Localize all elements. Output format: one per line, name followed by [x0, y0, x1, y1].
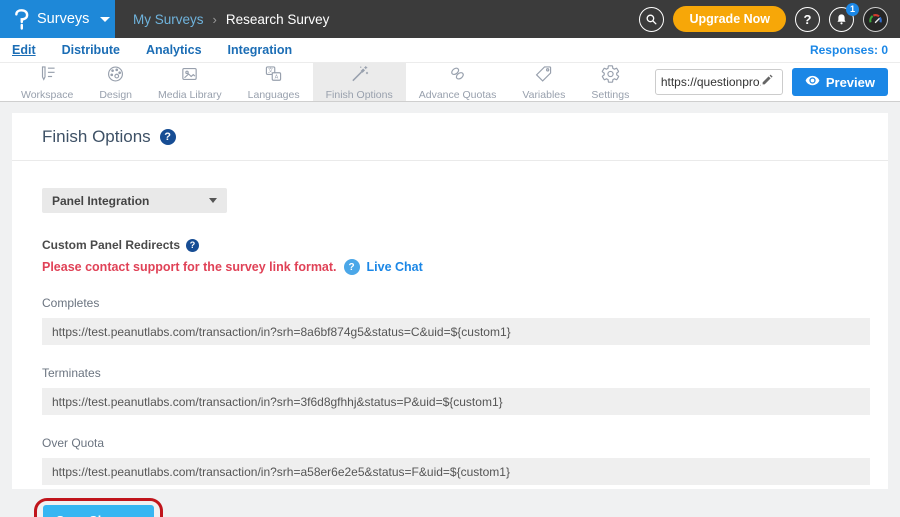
- toolbar-tab-label: Workspace: [21, 89, 73, 101]
- notifications[interactable]: 1: [829, 7, 854, 32]
- notification-count-badge: 1: [846, 3, 859, 16]
- translate-icon: 文A: [263, 64, 284, 87]
- toolbar-tab-variables[interactable]: Variables: [509, 63, 578, 101]
- questionpro-logo-icon: [14, 9, 29, 30]
- chain-link-icon: [447, 64, 468, 87]
- avatar[interactable]: [863, 7, 888, 32]
- eye-icon: [805, 73, 820, 91]
- support-notice-row: Please contact support for the survey li…: [42, 259, 870, 275]
- toolbar-tab-label: Media Library: [158, 89, 222, 101]
- breadcrumb-survey-name: Research Survey: [226, 12, 330, 27]
- preview-label: Preview: [826, 75, 875, 90]
- gear-icon: [600, 64, 621, 87]
- toolbar-tab-label: Design: [99, 89, 132, 101]
- terminates-label: Terminates: [42, 366, 870, 380]
- toolbar-tab-design[interactable]: Design: [86, 63, 145, 101]
- section-title: Custom Panel Redirects: [42, 238, 180, 252]
- tab-distribute[interactable]: Distribute: [62, 43, 120, 57]
- page-title: Finish Options: [42, 127, 151, 147]
- preview-button[interactable]: Preview: [792, 68, 888, 96]
- panel-header: Finish Options ?: [12, 113, 888, 161]
- workspace-icon: [37, 64, 58, 87]
- toolbar-tab-label: Settings: [591, 89, 629, 101]
- completes-label: Completes: [42, 296, 870, 310]
- chevron-down-icon: [209, 198, 217, 203]
- tab-integration[interactable]: Integration: [228, 43, 293, 57]
- toolbar-right: Preview: [655, 63, 900, 101]
- redirect-field-over-quota: Over Quota: [42, 436, 870, 485]
- upgrade-now-button[interactable]: Upgrade Now: [673, 6, 786, 32]
- toolbar-tab-media-library[interactable]: Media Library: [145, 63, 235, 101]
- redirects-help-icon[interactable]: ?: [186, 239, 199, 252]
- help-icon[interactable]: ?: [795, 7, 820, 32]
- survey-url-input[interactable]: [661, 75, 761, 89]
- breadcrumb: My Surveys › Research Survey: [133, 0, 329, 38]
- tab-edit[interactable]: Edit: [12, 43, 36, 57]
- toolbar-tab-workspace[interactable]: Workspace: [8, 63, 86, 101]
- over-quota-label: Over Quota: [42, 436, 870, 450]
- toolbar-tab-label: Advance Quotas: [419, 89, 497, 101]
- product-name: Surveys: [37, 11, 89, 27]
- panel-body: Panel Integration Custom Panel Redirects…: [12, 188, 888, 517]
- dropdown-value: Panel Integration: [52, 194, 149, 208]
- redirect-field-terminates: Terminates: [42, 366, 870, 415]
- custom-panel-redirects-heading: Custom Panel Redirects ?: [42, 238, 870, 252]
- live-chat-icon[interactable]: ?: [344, 259, 360, 275]
- product-switcher[interactable]: Surveys: [0, 0, 115, 38]
- toolbar-tab-finish-options[interactable]: Finish Options: [313, 63, 406, 101]
- finish-options-help-icon[interactable]: ?: [160, 129, 176, 145]
- toolbar-tab-label: Variables: [522, 89, 565, 101]
- panel-integration-dropdown[interactable]: Panel Integration: [42, 188, 227, 213]
- toolbar-tab-languages[interactable]: 文A Languages: [235, 63, 313, 101]
- breadcrumb-my-surveys[interactable]: My Surveys: [133, 12, 204, 27]
- header-actions: Upgrade Now ? 1: [639, 0, 900, 38]
- live-chat-link[interactable]: Live Chat: [367, 260, 423, 274]
- redirect-field-completes: Completes: [42, 296, 870, 345]
- tag-icon: [533, 64, 554, 87]
- edit-pencil-icon[interactable]: [761, 73, 774, 91]
- toolbar-tab-advance-quotas[interactable]: Advance Quotas: [406, 63, 510, 101]
- magic-wand-icon: [349, 64, 370, 87]
- save-highlight-annotation: Save Changes: [34, 498, 163, 517]
- chevron-down-icon: [100, 17, 110, 22]
- edit-toolbar: Workspace Design Media Library 文A Langua…: [0, 62, 900, 102]
- support-notice-text: Please contact support for the survey li…: [42, 260, 337, 274]
- completes-url-input[interactable]: [42, 318, 870, 345]
- svg-text:A: A: [275, 74, 279, 80]
- survey-nav: Edit Distribute Analytics Integration Re…: [0, 38, 900, 62]
- search-icon[interactable]: [639, 7, 664, 32]
- responses-count: Responses: 0: [810, 43, 888, 57]
- image-icon: [179, 64, 200, 87]
- palette-icon: [105, 64, 126, 87]
- toolbar-tab-label: Languages: [248, 89, 300, 101]
- save-changes-button[interactable]: Save Changes: [43, 505, 154, 517]
- toolbar-tab-settings[interactable]: Settings: [578, 63, 642, 101]
- tab-analytics[interactable]: Analytics: [146, 43, 202, 57]
- breadcrumb-separator: ›: [213, 12, 217, 27]
- toolbar-tab-label: Finish Options: [326, 89, 393, 101]
- over-quota-url-input[interactable]: [42, 458, 870, 485]
- finish-options-panel: Finish Options ? Panel Integration Custo…: [12, 113, 888, 489]
- survey-url-box: [655, 69, 783, 95]
- terminates-url-input[interactable]: [42, 388, 870, 415]
- app-header: Surveys My Surveys › Research Survey Upg…: [0, 0, 900, 38]
